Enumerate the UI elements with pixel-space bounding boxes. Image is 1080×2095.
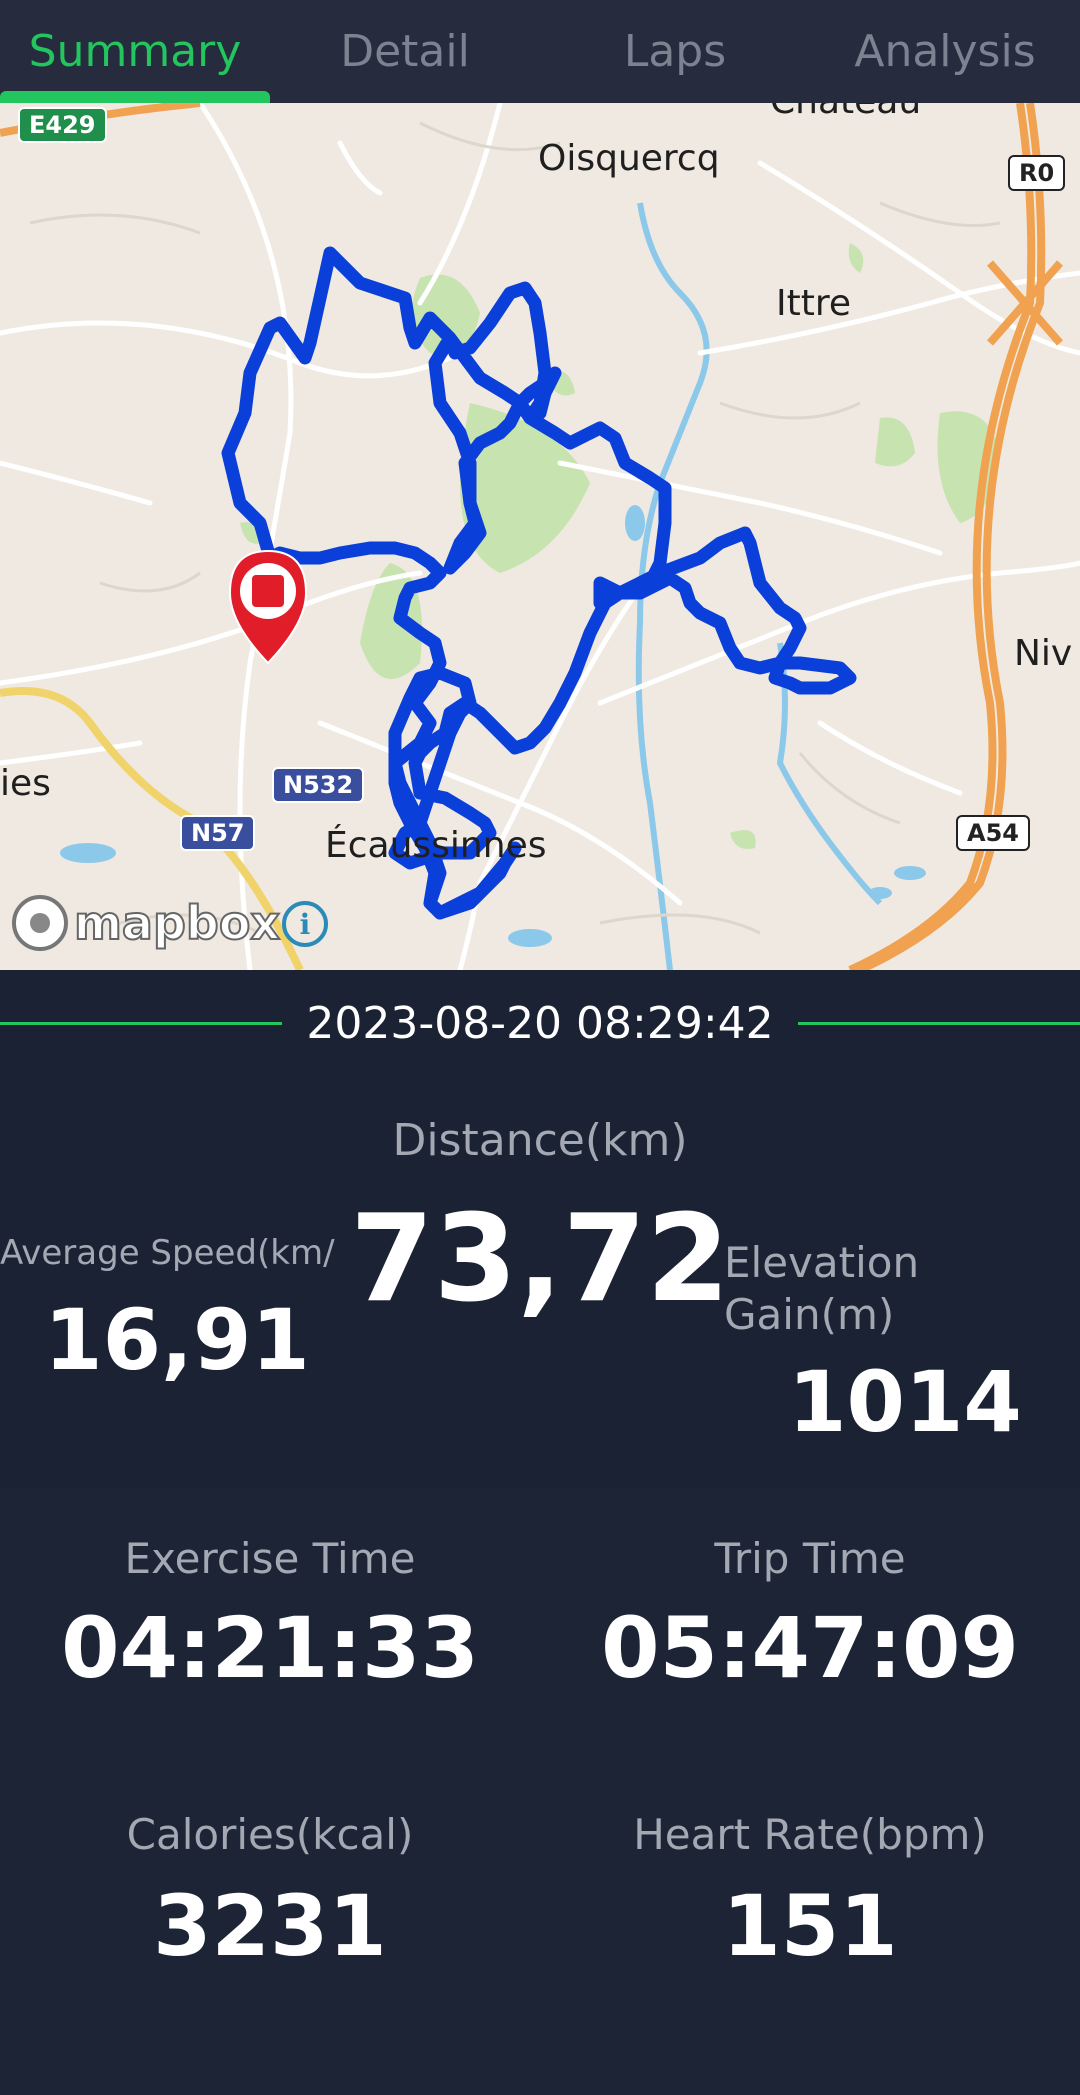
elevation-gain-label: Elevation Gain(m) bbox=[724, 1237, 919, 1341]
tab-bar: Summary Detail Laps Analysis bbox=[0, 0, 1080, 103]
average-speed-label: Average Speed(km/ bbox=[0, 1233, 335, 1273]
tab-summary[interactable]: Summary bbox=[0, 0, 270, 103]
exercise-time-value: 04:21:33 bbox=[61, 1599, 479, 1697]
average-speed-value: 16,91 bbox=[44, 1291, 310, 1389]
start-marker[interactable] bbox=[228, 549, 308, 665]
tab-detail[interactable]: Detail bbox=[270, 0, 540, 103]
calories-value: 3231 bbox=[153, 1877, 387, 1975]
active-tab-indicator bbox=[0, 91, 270, 103]
elevation-gain-value: 1014 bbox=[788, 1353, 1022, 1451]
mapbox-wordmark: mapbox bbox=[73, 895, 281, 951]
activity-date-row: 2023-08-20 08:29:42 bbox=[0, 970, 1080, 1080]
route-track bbox=[221, 246, 857, 920]
stop-square-icon bbox=[252, 575, 284, 607]
road-badge-a54: A54 bbox=[956, 815, 1030, 851]
elevation-gain-label-line1: Elevation bbox=[724, 1238, 920, 1287]
road-badge-r0: R0 bbox=[1008, 155, 1066, 191]
heart-rate-label: Heart Rate(bpm) bbox=[633, 1810, 987, 1859]
elevation-gain-label-line2: Gain(m) bbox=[724, 1290, 895, 1339]
activity-datetime: 2023-08-20 08:29:42 bbox=[306, 998, 774, 1049]
distance-label: Distance(km) bbox=[392, 1115, 688, 1166]
place-label-chateau: Château bbox=[770, 103, 921, 122]
road-badge-n57: N57 bbox=[180, 815, 256, 851]
secondary-stats-panel: Exercise Time 04:21:33 Trip Time 05:47:0… bbox=[0, 1488, 1080, 2095]
info-icon[interactable]: i bbox=[282, 901, 328, 947]
mapbox-logo-icon bbox=[12, 895, 68, 951]
route-map[interactable]: Château Oisquercq Ittre Niv ies Écaussin… bbox=[0, 103, 1080, 970]
tab-analysis[interactable]: Analysis bbox=[810, 0, 1080, 103]
calories-label: Calories(kcal) bbox=[126, 1810, 414, 1859]
trip-time-label: Trip Time bbox=[714, 1534, 906, 1583]
road-badge-n532: N532 bbox=[272, 767, 365, 803]
place-label-ecaussinnes: Écaussinnes bbox=[325, 825, 547, 866]
tab-laps[interactable]: Laps bbox=[540, 0, 810, 103]
exercise-time-label: Exercise Time bbox=[124, 1534, 416, 1583]
place-label-niv: Niv bbox=[1014, 633, 1073, 674]
place-label-ies: ies bbox=[0, 763, 51, 804]
place-label-ittre: Ittre bbox=[776, 283, 852, 324]
trip-time-value: 05:47:09 bbox=[601, 1599, 1019, 1697]
heart-rate-value: 151 bbox=[722, 1877, 898, 1975]
place-label-oisquercq: Oisquercq bbox=[538, 138, 720, 179]
mapbox-attribution[interactable]: mapbox bbox=[12, 893, 281, 953]
road-badge-e429: E429 bbox=[18, 107, 107, 143]
